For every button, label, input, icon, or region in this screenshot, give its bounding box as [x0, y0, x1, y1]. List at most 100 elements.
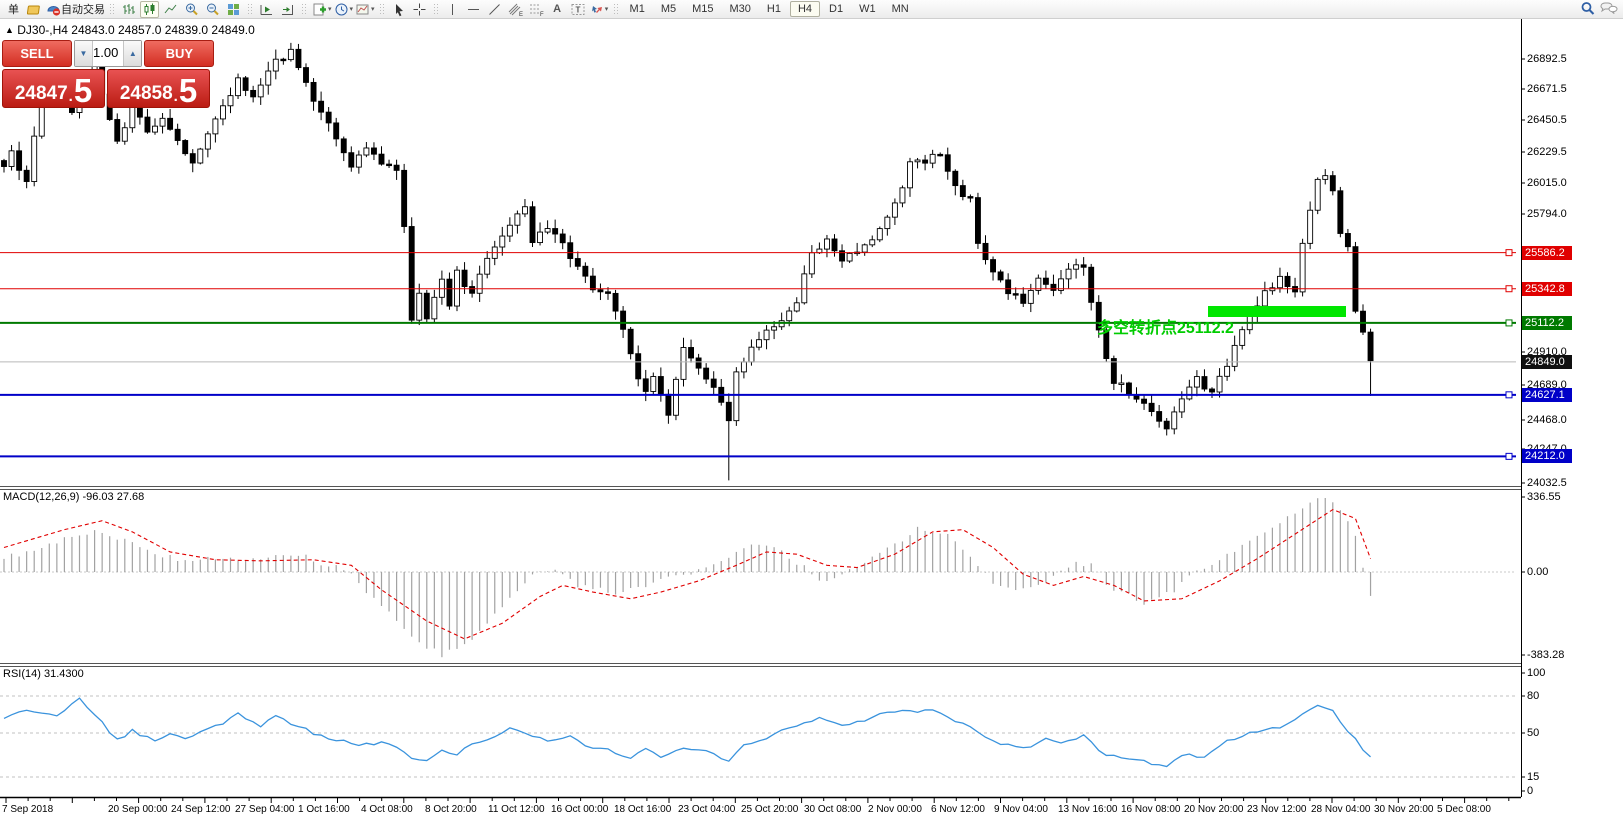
- price-badge-24849.0: 24849.0: [1522, 355, 1572, 369]
- level-line-handle: [1506, 392, 1512, 398]
- candle-body: [1285, 276, 1290, 286]
- candle-body: [319, 101, 324, 112]
- candle-body: [9, 151, 14, 167]
- candle-body: [915, 160, 920, 162]
- chart-shift-icon[interactable]: [278, 1, 297, 18]
- chart-canvas[interactable]: [0, 0, 1623, 820]
- candle-body: [681, 347, 686, 379]
- candle-body: [1194, 377, 1199, 387]
- price-badge-24627.1: 24627.1: [1522, 388, 1572, 402]
- time-label: 9 Nov 04:00: [994, 804, 1048, 815]
- time-label: 24 Sep 12:00: [171, 804, 231, 815]
- candle-body: [198, 149, 203, 163]
- text-tool-icon[interactable]: A: [548, 1, 567, 18]
- auto-scroll-icon[interactable]: [257, 1, 276, 18]
- time-label: 23 Oct 04:00: [678, 804, 735, 815]
- candle-body: [1179, 399, 1184, 412]
- volume-increase-button[interactable]: ▲: [123, 41, 141, 66]
- candle-body: [960, 186, 965, 197]
- candle-body: [228, 96, 233, 106]
- timeframe-group: M1M5M15M30H1H4D1W1MN: [622, 3, 917, 15]
- sell-button[interactable]: SELL: [2, 40, 72, 67]
- candle-body: [1187, 387, 1192, 399]
- new-order-label[interactable]: 单: [4, 1, 23, 18]
- candle-body: [1225, 366, 1230, 376]
- candle-body: [606, 292, 611, 294]
- candle-body: [923, 160, 928, 163]
- trendline-tool-icon[interactable]: [485, 1, 504, 18]
- zoom-in-icon[interactable]: [182, 1, 201, 18]
- candle-body: [538, 232, 543, 242]
- candle-body: [1368, 332, 1373, 361]
- time-label: 6 Nov 12:00: [931, 804, 985, 815]
- templates-button[interactable]: ▾: [355, 1, 375, 18]
- price-tick: 24032.5: [1527, 477, 1567, 489]
- candlestick-chart-type-icon[interactable]: [140, 1, 159, 18]
- volume-stepper: ▼ 1.00 ▲: [74, 40, 142, 67]
- candle-body: [832, 239, 837, 251]
- buy-button[interactable]: BUY: [144, 40, 214, 67]
- candle-body: [1074, 265, 1079, 269]
- fibonacci-tool-icon[interactable]: F: [527, 1, 546, 18]
- candle-body: [1232, 345, 1237, 366]
- candle-body: [583, 266, 588, 276]
- arrows-tool-button[interactable]: ▾: [590, 1, 609, 18]
- tile-windows-icon[interactable]: [224, 1, 243, 18]
- auto-trading-button[interactable]: 自动交易: [46, 1, 105, 18]
- tf-button-W1[interactable]: W1: [852, 2, 883, 16]
- yellow-pages-icon[interactable]: [25, 1, 44, 18]
- candle-body: [288, 49, 293, 59]
- vertical-line-tool-icon[interactable]: [443, 1, 462, 18]
- price-tick: 26450.5: [1527, 114, 1567, 126]
- price-badge-25112.2: 25112.2: [1522, 316, 1572, 330]
- candle-body: [930, 154, 935, 163]
- line-chart-type-icon[interactable]: [161, 1, 180, 18]
- candle-body: [1240, 330, 1245, 346]
- zoom-out-icon[interactable]: [203, 1, 222, 18]
- volume-decrease-button[interactable]: ▼: [75, 41, 93, 66]
- candle-body: [575, 259, 580, 267]
- cursor-tool-icon[interactable]: [389, 1, 408, 18]
- new-indicator-button[interactable]: ▾: [311, 1, 332, 18]
- buy-price-box[interactable]: 24858.5: [107, 69, 210, 108]
- time-label: 4 Oct 08:00: [361, 804, 413, 815]
- candle-body: [17, 151, 22, 170]
- crosshair-tool-icon[interactable]: [410, 1, 429, 18]
- sell-price-box[interactable]: 24847.5: [2, 69, 105, 108]
- price-badge-25342.8: 25342.8: [1522, 282, 1572, 296]
- tf-button-H4[interactable]: H4: [790, 1, 820, 17]
- time-label: 13 Nov 16:00: [1058, 804, 1118, 815]
- candle-body: [455, 270, 460, 306]
- tf-button-M15[interactable]: M15: [685, 2, 720, 16]
- candle-body: [477, 274, 482, 293]
- candle-body: [1308, 210, 1313, 243]
- search-icon[interactable]: [1578, 1, 1597, 18]
- candle-body: [485, 258, 490, 274]
- tf-button-M1[interactable]: M1: [623, 2, 652, 16]
- bar-chart-type-icon[interactable]: [119, 1, 138, 18]
- tf-button-MN[interactable]: MN: [885, 2, 916, 16]
- candle-body: [507, 225, 512, 236]
- tf-button-H1[interactable]: H1: [760, 2, 788, 16]
- candle-body: [975, 198, 980, 244]
- candle-body: [1164, 421, 1169, 429]
- equidistant-channel-tool-icon[interactable]: E: [506, 1, 525, 18]
- pivot-annotation[interactable]: 多空转折点25112.2: [1097, 314, 1234, 338]
- macd-label: MACD(12,26,9) -96.03 27.68: [3, 491, 144, 503]
- candle-body: [757, 340, 762, 347]
- label-tool-icon[interactable]: T: [569, 1, 588, 18]
- candle-body: [500, 236, 505, 247]
- volume-value[interactable]: 1.00: [93, 41, 123, 66]
- time-label: 11 Oct 12:00: [488, 804, 545, 815]
- symbol-info: ▲ DJ30-,H4 24843.0 24857.0 24839.0 24849…: [5, 23, 255, 37]
- candle-body: [387, 164, 392, 166]
- candle-body: [553, 229, 558, 234]
- candle-body: [371, 148, 376, 154]
- tf-button-M30[interactable]: M30: [723, 2, 758, 16]
- periods-button[interactable]: ▾: [334, 1, 354, 18]
- chat-icon[interactable]: [1599, 1, 1619, 18]
- tf-button-D1[interactable]: D1: [822, 2, 850, 16]
- tf-button-M5[interactable]: M5: [654, 2, 683, 16]
- horizontal-line-tool-icon[interactable]: [464, 1, 483, 18]
- buy-price-main: 24858: [120, 84, 173, 105]
